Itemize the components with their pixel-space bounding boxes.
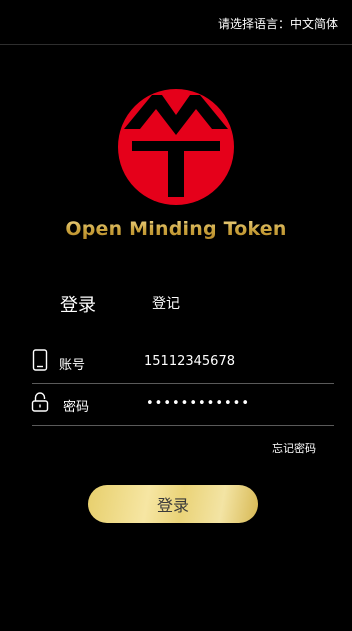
top-bar: 请选择语言：中文简体 [0, 0, 352, 45]
phone-icon [32, 349, 48, 371]
brand-logo [118, 89, 234, 205]
language-selector[interactable]: 请选择语言：中文简体 [218, 15, 338, 32]
account-field-row: 账号 [32, 341, 334, 384]
password-label: 密码 [63, 400, 90, 415]
login-button[interactable]: 登录 [88, 485, 258, 523]
password-input[interactable] [146, 392, 326, 414]
password-field-row: 密码 [31, 383, 334, 426]
lock-icon [31, 392, 49, 412]
account-input[interactable] [144, 350, 324, 372]
login-screen: 请选择语言：中文简体 Open Minding Token 登录 登记 账号 密… [0, 0, 352, 631]
tab-register[interactable]: 登记 [152, 293, 180, 313]
tab-login[interactable]: 登录 [60, 291, 96, 317]
account-label: 账号 [59, 358, 86, 373]
forgot-password-link[interactable]: 忘记密码 [272, 440, 316, 456]
brand-name: Open Minding Token [0, 218, 352, 240]
